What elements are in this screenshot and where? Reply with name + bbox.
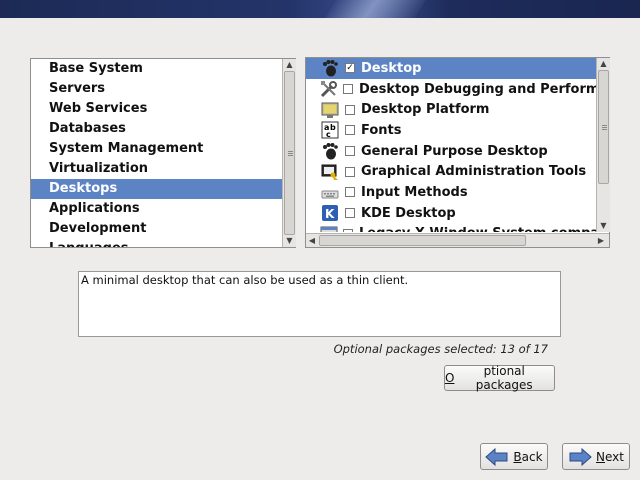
group-label: KDE Desktop [361,205,456,221]
group-checkbox[interactable] [345,166,355,177]
group-list-vscrollbar[interactable]: ▲ ▼ [596,58,610,232]
group-checkbox[interactable] [343,84,353,95]
group-checkbox[interactable] [345,208,355,219]
group-list[interactable]: ✓ Desktop Desktop Debugging and Performanc… [306,58,596,232]
category-item[interactable]: Web Services [31,99,282,119]
group-checkbox[interactable] [345,187,355,198]
admin-tools-icon [320,163,340,181]
group-label: Legacy X Window System compatibility [359,226,596,232]
back-arrow-icon [485,447,509,466]
category-item[interactable]: Development [31,219,282,239]
top-banner [0,0,640,18]
gnome-foot-icon [320,142,340,160]
group-item[interactable]: Legacy X Window System compatibility [306,224,596,232]
group-list-panel: ✓ Desktop Desktop Debugging and Performanc… [305,57,610,248]
group-label: Graphical Administration Tools [361,164,587,180]
button-mnemonic: N [596,449,605,464]
scroll-thumb[interactable] [284,71,295,235]
group-checkbox[interactable] [343,228,353,232]
svg-text:K: K [325,207,335,221]
group-item[interactable]: General Purpose Desktop [306,141,596,162]
group-label: Input Methods [361,184,468,200]
next-arrow-icon [568,447,592,466]
category-item[interactable]: Applications [31,199,282,219]
kde-icon: K [320,204,340,222]
group-checkbox[interactable] [345,104,355,115]
button-label: ack [521,449,543,464]
scroll-up-arrow-icon[interactable]: ▲ [597,58,610,70]
next-button[interactable]: Next [562,443,630,470]
fonts-icon: abc [320,121,340,139]
category-list[interactable]: Base System Servers Web Services Databases S… [31,59,282,247]
button-label: ext [605,449,624,464]
category-item[interactable]: Desktops [31,179,282,199]
category-item[interactable]: Languages [31,239,282,247]
group-item[interactable]: Desktop Debugging and Performance Tools [306,79,596,100]
scroll-thumb[interactable] [319,235,526,246]
group-checkbox[interactable] [345,125,355,136]
category-item[interactable]: Databases [31,119,282,139]
group-label: Desktop [361,60,422,76]
svg-text:c: c [326,130,331,139]
scroll-up-arrow-icon[interactable]: ▲ [283,59,296,71]
category-item[interactable]: Virtualization [31,159,282,179]
category-list-panel: Base System Servers Web Services Databases S… [30,58,296,248]
svg-text:b: b [330,123,336,132]
group-label: Fonts [361,122,402,138]
group-item[interactable]: a b c Fonts [306,120,596,141]
keyboard-icon [320,183,340,201]
category-item[interactable]: Base System [31,59,282,79]
scroll-down-arrow-icon[interactable]: ▼ [597,220,610,232]
group-checkbox[interactable]: ✓ [345,63,355,74]
group-list-hscrollbar[interactable]: ◀ ▶ [306,233,609,247]
group-description: A minimal desktop that can also be used … [78,271,561,337]
button-mnemonic: B [513,449,522,464]
category-item[interactable]: System Management [31,139,282,159]
gnome-foot-icon [320,59,340,77]
group-item[interactable]: Desktop Platform [306,99,596,120]
group-item[interactable]: Input Methods [306,182,596,203]
group-checkbox[interactable] [345,146,355,157]
scroll-right-arrow-icon[interactable]: ▶ [595,234,607,247]
x-window-icon [320,225,338,232]
group-label: Desktop Debugging and Performance Tools [359,81,596,97]
scroll-down-arrow-icon[interactable]: ▼ [283,235,296,247]
group-item[interactable]: ✓ Desktop [306,58,596,79]
group-label: General Purpose Desktop [361,143,548,159]
group-item[interactable]: Graphical Administration Tools [306,161,596,182]
group-item[interactable]: K KDE Desktop [306,203,596,224]
button-label: ptional packages [475,364,533,392]
debug-tools-icon [320,80,338,98]
group-label: Desktop Platform [361,102,490,118]
optional-packages-count: Optional packages selected: 13 of 17 [333,342,548,356]
category-list-scrollbar[interactable]: ▲ ▼ [282,59,296,247]
desktop-platform-icon [320,101,340,119]
category-item[interactable]: Servers [31,79,282,99]
button-mnemonic: O [445,371,455,385]
back-button[interactable]: Back [480,443,548,470]
scroll-thumb[interactable] [598,70,609,184]
optional-packages-button[interactable]: Optional packages [444,364,555,392]
scroll-left-arrow-icon[interactable]: ◀ [306,234,318,247]
